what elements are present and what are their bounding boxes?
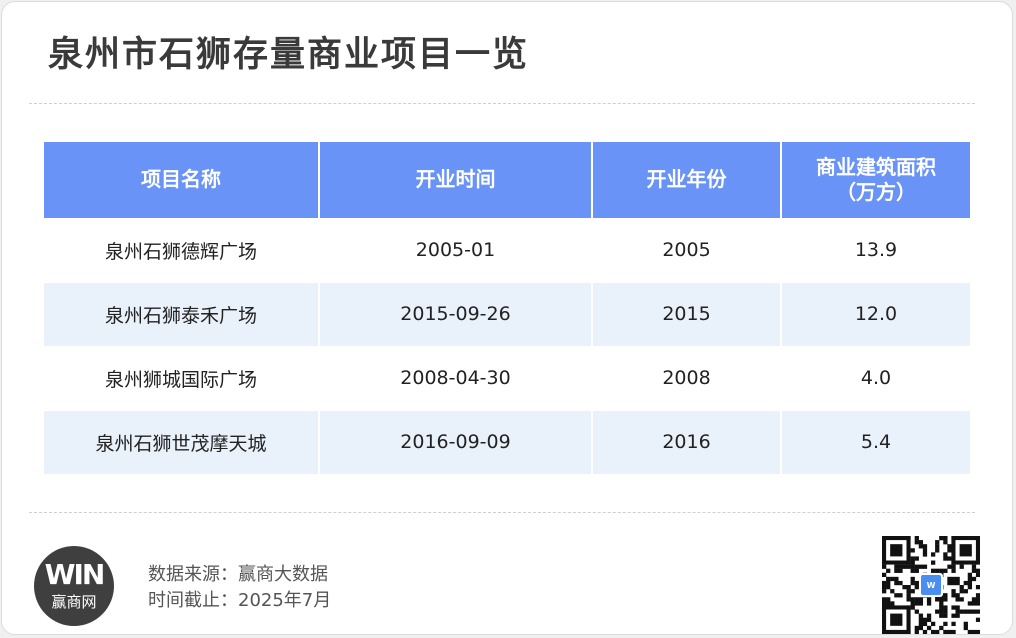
cell-open-time: 2005-01	[319, 217, 593, 282]
table-row: 泉州石狮泰禾广场 2015-09-26 2015 12.0	[44, 281, 970, 346]
project-table: 项目名称 开业时间 开业年份 商业建筑面积 （万方） 泉州石狮德辉广场 2005…	[44, 142, 970, 474]
cell-open-time: 2015-09-26	[319, 281, 593, 346]
header-project-name: 项目名称	[44, 142, 320, 218]
table-row: 泉州狮城国际广场 2008-04-30 2008 4.0	[44, 345, 970, 410]
cell-open-time: 2016-09-09	[319, 409, 593, 474]
cell-project-name: 泉州狮城国际广场	[44, 345, 320, 410]
logo-mark: WIN	[44, 558, 106, 591]
header-area: 商业建筑面积 （万方）	[781, 142, 970, 218]
data-cutoff-date: 时间截止：2025年7月	[148, 590, 332, 611]
table-row: 泉州石狮德辉广场 2005-01 2005 13.9	[44, 217, 970, 282]
table-header-row: 项目名称 开业时间 开业年份 商业建筑面积 （万方）	[44, 142, 970, 218]
cell-open-time: 2008-04-30	[319, 345, 593, 410]
cell-open-year: 2016	[592, 409, 782, 474]
cell-open-year: 2015	[592, 281, 782, 346]
cell-open-year: 2008	[592, 345, 782, 410]
cell-area: 13.9	[781, 217, 970, 282]
cell-area: 12.0	[781, 281, 970, 346]
cell-area: 4.0	[781, 345, 970, 410]
cell-open-year: 2005	[592, 217, 782, 282]
svg-text:W: W	[927, 581, 936, 590]
cell-project-name: 泉州石狮世茂摩天城	[44, 409, 320, 474]
card: 泉州市石狮存量商业项目一览 项目名称 开业时间 开业年份 商业建筑面积 （万方）…	[1, 1, 1013, 635]
top-divider	[29, 103, 975, 104]
bottom-divider	[29, 512, 975, 513]
header-open-time: 开业时间	[319, 142, 593, 218]
data-source: 数据来源：赢商大数据	[148, 564, 328, 585]
header-open-year: 开业年份	[592, 142, 782, 218]
page-title: 泉州市石狮存量商业项目一览	[48, 35, 530, 75]
cell-project-name: 泉州石狮德辉广场	[44, 217, 320, 282]
table-row: 泉州石狮世茂摩天城 2016-09-09 2016 5.4	[44, 409, 970, 474]
cell-area: 5.4	[781, 409, 970, 474]
winshang-logo-icon: WIN 赢商网	[34, 546, 114, 626]
source-info: 数据来源：赢商大数据 时间截止：2025年7月	[148, 562, 331, 614]
logo-text: 赢商网	[51, 593, 97, 611]
cell-project-name: 泉州石狮泰禾广场	[44, 281, 320, 346]
qr-code-icon: W	[882, 536, 980, 634]
